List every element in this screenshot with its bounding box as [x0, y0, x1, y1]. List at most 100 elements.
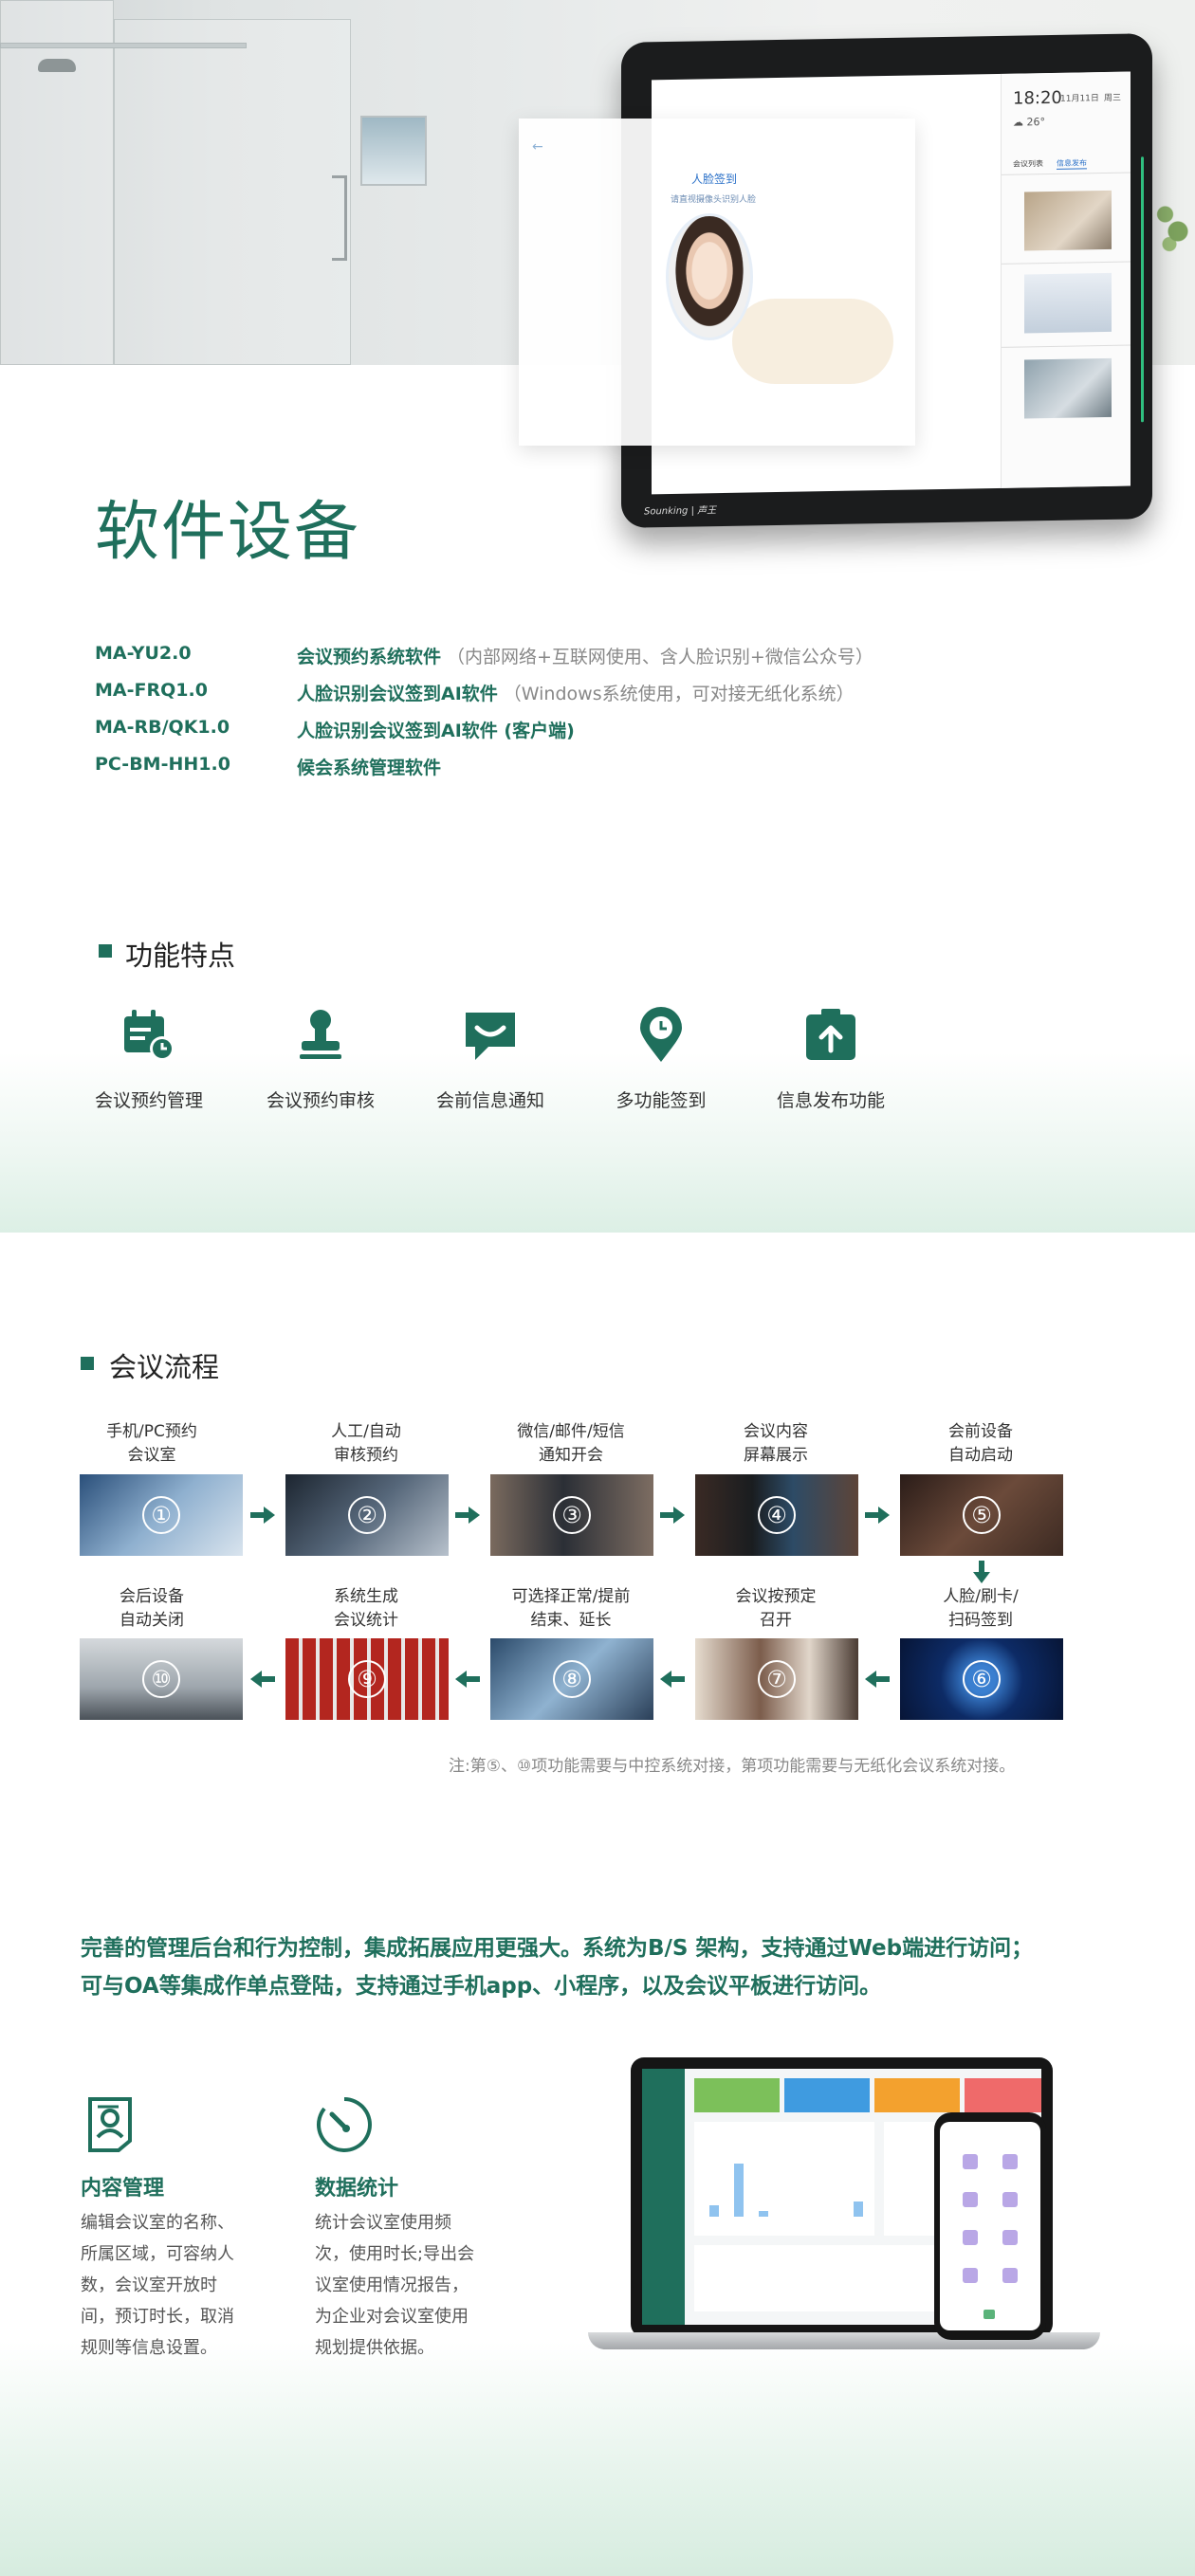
flow-step-line: 通知开会: [539, 1446, 603, 1465]
stat-tile: [965, 2078, 1041, 2112]
flow-step-line: 会后设备: [120, 1587, 184, 1606]
wall-screen: [360, 116, 427, 186]
flow-step-number: ①: [142, 1496, 180, 1534]
tablet-temperature: ☁ 26°: [1013, 116, 1045, 129]
desc-line: 为企业对会议室使用: [315, 2307, 469, 2327]
chat-bubble-icon: [466, 1013, 515, 1060]
spec-code: MA-RB/QK1.0: [95, 717, 230, 738]
popup-subtitle: 请直视摄像头识别人脸: [671, 195, 757, 205]
desc-line: 间，预订时长，取消: [81, 2307, 234, 2327]
temperature-value: 26°: [1026, 116, 1046, 129]
flow-step-number: ⑨: [348, 1660, 386, 1698]
flow-step-line: 会前设备: [948, 1422, 1013, 1441]
face-avatar: [666, 213, 753, 340]
feature-item: 会议预约审核: [226, 1005, 415, 1112]
stamp-icon: [300, 1010, 341, 1059]
room-thumbnail[interactable]: [1024, 357, 1112, 419]
flow-step-number: ③: [553, 1496, 591, 1534]
bottom-background-band: [0, 2342, 1195, 2576]
spec-row: MA-FRQ1.0 人脸识别会议签到AI软件 （Windows系统使用，可对接无纸…: [95, 674, 1138, 711]
flow-step-line: 自动启动: [948, 1446, 1013, 1465]
room-thumbnail[interactable]: [1024, 272, 1112, 334]
flow-step-label: 人工/自动 审核预约: [271, 1420, 461, 1468]
feature-label: 会前信息通知: [435, 1090, 544, 1111]
chart-bar: [734, 2164, 744, 2217]
face-checkin-popup: ← 人脸签到 请直视摄像头识别人脸: [519, 119, 915, 446]
meeting-table-illustration: [732, 299, 893, 384]
tablet-sidebar: 18:20 11月11日 周三 ☁ 26° 会议列表 信息发布: [1001, 71, 1131, 488]
home-tab-icon: [984, 2310, 995, 2319]
feature-item: 会议预约管理: [54, 1005, 244, 1112]
calendar-clock-icon: [124, 1010, 175, 1061]
page-title: 软件设备: [95, 495, 361, 570]
door-handle: [332, 175, 347, 261]
feature-item: 多功能签到: [566, 1005, 756, 1112]
desc-line: 规则等信息设置。: [81, 2338, 217, 2358]
desc-line: 议室使用情况报告，: [315, 2275, 469, 2295]
flow-step-number: ②: [348, 1496, 386, 1534]
stat-tile: [694, 2078, 780, 2112]
room-thumbnail[interactable]: [1024, 190, 1112, 251]
spec-name: 候会系统管理软件: [297, 754, 441, 779]
flow-step-line: 屏幕展示: [744, 1446, 808, 1465]
upload-box-icon: [806, 1009, 855, 1060]
features-title: 功能特点: [125, 940, 236, 972]
arrow-down-icon: [973, 1561, 990, 1583]
flow-step-image: ⑥: [900, 1638, 1063, 1720]
spec-row: MA-RB/QK1.0 人脸识别会议签到AI软件 (客户端): [95, 711, 1138, 748]
app-tile: [1002, 2230, 1018, 2245]
flow-step-number: ⑩: [142, 1660, 180, 1698]
flow-step-label: 手机/PC预约 会议室: [57, 1420, 247, 1468]
app-tile: [963, 2192, 978, 2207]
flow-footnote: 注:第⑤、⑩项功能需要与中控系统对接，第项功能需要与无纸化会议系统对接。: [449, 1757, 1016, 1776]
section-marker: [99, 944, 112, 958]
flow-step-image: ⑩: [80, 1638, 243, 1720]
data-statistics-title: 数据统计: [315, 2177, 399, 2201]
desc-line: 次，使用时长;导出会: [315, 2244, 475, 2264]
spec-row: PC-BM-HH1.0 候会系统管理软件: [95, 748, 1138, 785]
flow-step-number: ⑥: [963, 1660, 1001, 1698]
tablet-date: 11月11日: [1060, 94, 1099, 104]
feature-item: 信息发布功能: [736, 1005, 926, 1112]
plant-decoration: [1152, 180, 1195, 265]
flow-step-line: 手机/PC预约: [106, 1422, 197, 1441]
flow-step-number: ⑤: [963, 1496, 1001, 1534]
spec-code: MA-YU2.0: [95, 643, 192, 664]
flow-step-line: 会议按预定: [735, 1587, 817, 1606]
feature-label: 多功能签到: [616, 1090, 707, 1111]
stat-tile: [784, 2078, 870, 2112]
glass-panel: [114, 19, 351, 365]
tablet-tab-info-release[interactable]: 信息发布: [1057, 157, 1087, 170]
statement-line: 可与OA等集成作单点登陆，支持通过手机app、小程序，以及会议平板进行访问。: [81, 1974, 882, 1999]
divider: [1002, 344, 1131, 348]
dashboard-chart-panel: [694, 2122, 874, 2236]
back-arrow-icon[interactable]: ←: [532, 139, 543, 155]
stat-tile: [874, 2078, 960, 2112]
flow-step-line: 会议内容: [744, 1422, 808, 1441]
feature-label: 会议预约管理: [94, 1090, 203, 1111]
flow-step-image: ②: [285, 1474, 449, 1556]
flow-step-label: 微信/邮件/短信 通知开会: [476, 1420, 666, 1468]
flow-step-line: 审核预约: [334, 1446, 398, 1465]
spec-name: 会议预约系统软件 （内部网络+互联网使用、含人脸识别+微信公众号）: [297, 643, 873, 668]
flow-step-line: 扫码签到: [948, 1611, 1013, 1630]
app-tile: [963, 2230, 978, 2245]
spec-note: （内部网络+互联网使用、含人脸识别+微信公众号）: [447, 647, 873, 667]
flow-step-image: ⑤: [900, 1474, 1063, 1556]
location-pin-icon: [640, 1007, 682, 1062]
ceiling-lamp: [38, 59, 76, 72]
flow-step-line: 召开: [760, 1611, 792, 1630]
flow-step-number: ④: [758, 1496, 796, 1534]
software-spec-list: MA-YU2.0 会议预约系统软件 （内部网络+互联网使用、含人脸识别+微信公众号…: [95, 637, 1138, 785]
spec-code: PC-BM-HH1.0: [95, 754, 230, 775]
tablet-tab-meeting-list[interactable]: 会议列表: [1013, 158, 1043, 170]
chart-bar: [854, 2201, 863, 2217]
divider: [1002, 172, 1131, 175]
arrow-left-icon: [865, 1671, 890, 1688]
flow-step-label: 会前设备 自动启动: [886, 1420, 1076, 1468]
flow-step-number: ⑧: [553, 1660, 591, 1698]
flow-step-number: ⑦: [758, 1660, 796, 1698]
flow-step-line: 结束、延长: [530, 1611, 612, 1630]
feature-item: 会前信息通知: [395, 1005, 585, 1112]
chart-bar: [759, 2211, 768, 2217]
